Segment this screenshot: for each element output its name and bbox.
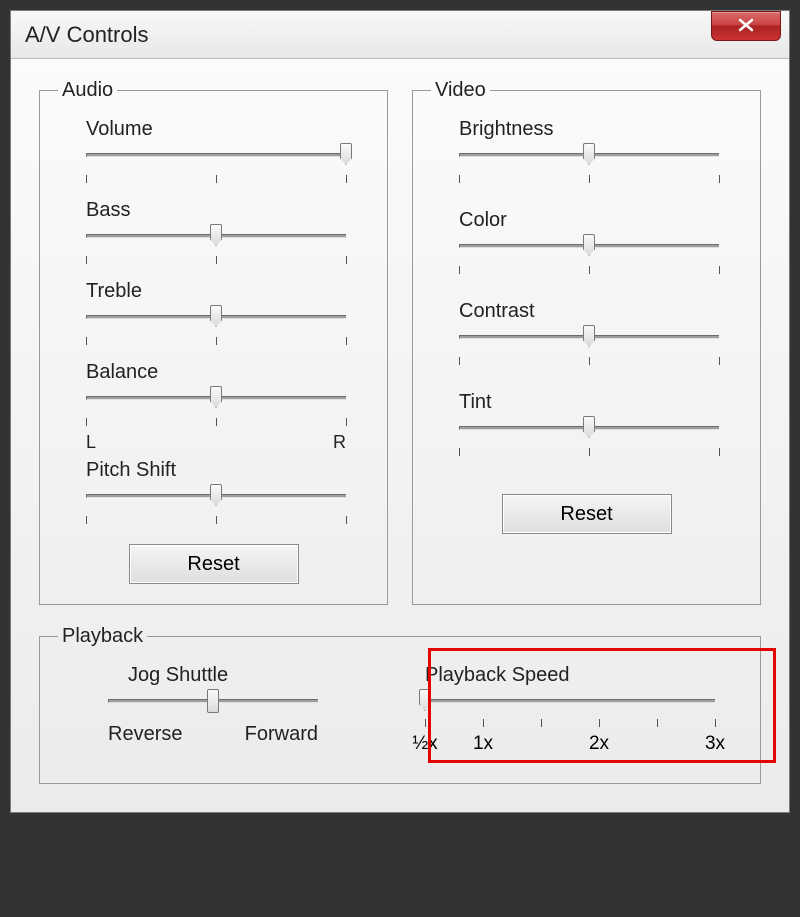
brightness-field: Brightness bbox=[459, 118, 742, 191]
balance-left-label: L bbox=[86, 432, 96, 453]
treble-label: Treble bbox=[86, 280, 369, 303]
playback-speed-thumb[interactable] bbox=[419, 689, 431, 711]
playback-group: Playback Jog Shuttle Reverse Forward Pla… bbox=[39, 625, 761, 784]
bass-field: Bass bbox=[86, 199, 369, 272]
jog-shuttle-label: Jog Shuttle bbox=[128, 664, 393, 687]
volume-label: Volume bbox=[86, 118, 369, 141]
tint-thumb[interactable] bbox=[583, 416, 595, 438]
treble-field: Treble bbox=[86, 280, 369, 353]
contrast-slider[interactable] bbox=[459, 327, 719, 355]
contrast-thumb[interactable] bbox=[583, 325, 595, 347]
treble-thumb[interactable] bbox=[210, 305, 222, 327]
contrast-field: Contrast bbox=[459, 300, 742, 373]
speed-tick-label: 2x bbox=[589, 733, 609, 755]
bass-slider[interactable] bbox=[86, 226, 346, 254]
close-icon bbox=[737, 16, 755, 37]
treble-slider[interactable] bbox=[86, 307, 346, 335]
speed-tick-label: 1x bbox=[473, 733, 493, 755]
balance-slider[interactable] bbox=[86, 388, 346, 416]
tint-slider[interactable] bbox=[459, 418, 719, 446]
jog-forward-label: Forward bbox=[245, 723, 318, 746]
balance-field: Balance L R bbox=[86, 361, 369, 453]
video-group: Video Brightness Color bbox=[412, 79, 761, 605]
jog-shuttle-field: Jog Shuttle Reverse Forward bbox=[58, 658, 405, 759]
jog-reverse-label: Reverse bbox=[108, 723, 182, 746]
playback-speed-slider[interactable] bbox=[425, 691, 715, 719]
balance-thumb[interactable] bbox=[210, 386, 222, 408]
speed-tick-label: 3x bbox=[705, 733, 725, 755]
tint-field: Tint bbox=[459, 391, 742, 464]
audio-group: Audio Volume Bass bbox=[39, 79, 388, 605]
tint-label: Tint bbox=[459, 391, 742, 414]
bass-thumb[interactable] bbox=[210, 224, 222, 246]
speed-tick-label: ½x bbox=[412, 733, 437, 755]
contrast-label: Contrast bbox=[459, 300, 742, 323]
titlebar: A/V Controls bbox=[11, 11, 789, 59]
volume-thumb[interactable] bbox=[340, 143, 352, 165]
volume-field: Volume bbox=[86, 118, 369, 191]
close-button[interactable] bbox=[711, 11, 781, 41]
balance-right-label: R bbox=[333, 432, 346, 453]
video-legend: Video bbox=[431, 79, 490, 102]
av-controls-window: A/V Controls Audio Volume bbox=[10, 10, 790, 813]
playback-speed-tick-labels: ½x1x2x3x bbox=[425, 733, 715, 753]
playback-speed-label: Playback Speed bbox=[425, 664, 730, 687]
playback-legend: Playback bbox=[58, 625, 147, 648]
pitch-shift-thumb[interactable] bbox=[210, 484, 222, 506]
color-slider[interactable] bbox=[459, 236, 719, 264]
pitch-shift-slider[interactable] bbox=[86, 486, 346, 514]
jog-shuttle-slider[interactable] bbox=[108, 691, 318, 719]
brightness-thumb[interactable] bbox=[583, 143, 595, 165]
window-title: A/V Controls bbox=[25, 22, 149, 48]
volume-slider[interactable] bbox=[86, 145, 346, 173]
bass-label: Bass bbox=[86, 199, 369, 222]
pitch-shift-label: Pitch Shift bbox=[86, 459, 369, 482]
audio-legend: Audio bbox=[58, 79, 117, 102]
video-reset-button[interactable]: Reset bbox=[502, 494, 672, 534]
jog-shuttle-thumb[interactable] bbox=[207, 689, 219, 713]
color-label: Color bbox=[459, 209, 742, 232]
playback-speed-field: Playback Speed ½x 1x 2x 3x bbox=[405, 658, 742, 759]
color-thumb[interactable] bbox=[583, 234, 595, 256]
audio-reset-button[interactable]: Reset bbox=[129, 544, 299, 584]
brightness-slider[interactable] bbox=[459, 145, 719, 173]
playback-speed-ticks bbox=[425, 719, 715, 733]
balance-label: Balance bbox=[86, 361, 369, 384]
color-field: Color bbox=[459, 209, 742, 282]
pitch-shift-field: Pitch Shift bbox=[86, 459, 369, 532]
brightness-label: Brightness bbox=[459, 118, 742, 141]
